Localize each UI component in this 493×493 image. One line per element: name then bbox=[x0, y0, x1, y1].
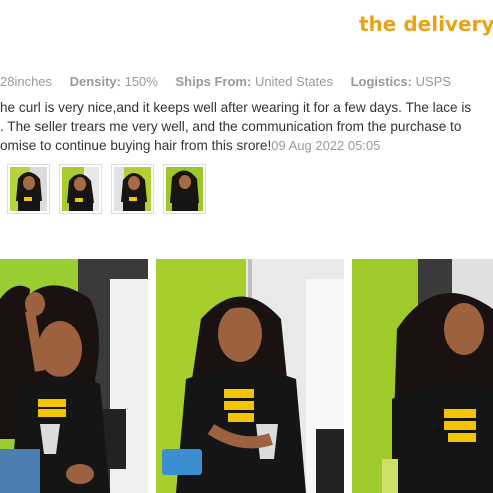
spec-logistics-value: USPS bbox=[415, 74, 452, 89]
spec-ships-from-value: United States bbox=[254, 74, 333, 89]
review-thumbnail-1[interactable] bbox=[7, 164, 50, 214]
spec-ships-from-label: Ships From: bbox=[175, 74, 252, 89]
thumbnail-strip bbox=[7, 164, 206, 214]
review-photo-2[interactable] bbox=[156, 259, 344, 493]
review-headline: the delivery t bbox=[359, 12, 493, 36]
review-date: 09 Aug 2022 05:05 bbox=[271, 138, 381, 153]
review-photo-3[interactable] bbox=[352, 259, 493, 493]
spec-logistics-label: Logistics: bbox=[350, 74, 413, 89]
product-specs: 28inches Density: 150% Ships From: Unite… bbox=[0, 74, 451, 89]
review-thumbnail-4[interactable] bbox=[163, 164, 206, 214]
review-line-3: omise to continue buying hair from this … bbox=[0, 136, 493, 155]
spec-length-value: 28inches bbox=[0, 74, 53, 89]
review-photo-1[interactable] bbox=[0, 259, 148, 493]
spec-density-value: 150% bbox=[124, 74, 158, 89]
review-line-2: . The seller trears me very well, and th… bbox=[0, 119, 462, 134]
review-thumbnail-3[interactable] bbox=[111, 164, 154, 214]
review-line-1: he curl is very nice,and it keeps well a… bbox=[0, 100, 472, 115]
review-text: he curl is very nice,and it keeps well a… bbox=[0, 98, 493, 155]
spec-density-label: Density: bbox=[69, 74, 121, 89]
review-line-3-text: omise to continue buying hair from this … bbox=[0, 138, 272, 153]
review-thumbnail-2[interactable] bbox=[59, 164, 102, 214]
